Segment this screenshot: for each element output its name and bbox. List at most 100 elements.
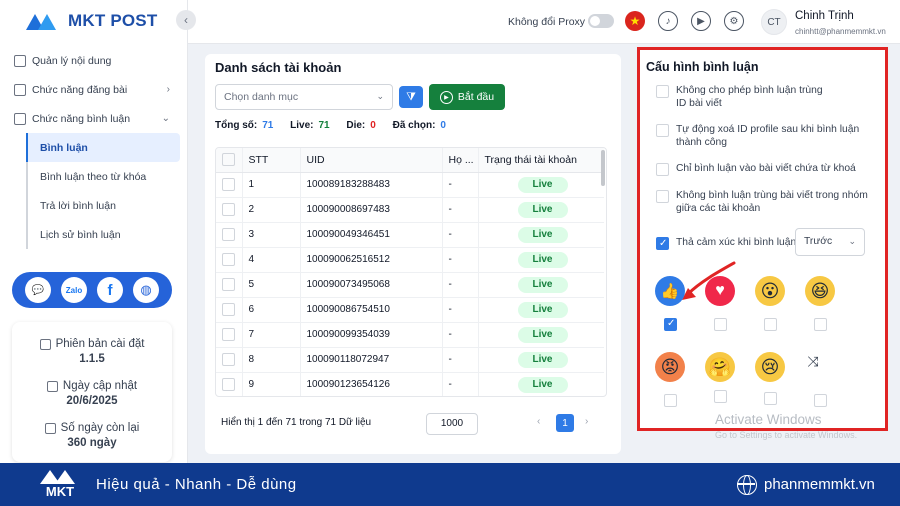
- table-row[interactable]: 9 100090123654126- Live: [216, 372, 604, 396]
- reaction-checkbox-wow[interactable]: [764, 318, 777, 331]
- cell-name: -: [441, 247, 478, 273]
- option-checkbox[interactable]: [656, 163, 669, 176]
- category-select[interactable]: Chọn danh mục ⌄: [215, 84, 393, 110]
- sidebar-subitem-comment-history[interactable]: Lịch sử bình luận: [26, 220, 188, 249]
- slogan: Hiệu quả - Nhanh - Dễ dùng: [96, 476, 297, 493]
- next-page-button[interactable]: ›: [585, 416, 588, 427]
- box-icon: [44, 422, 56, 434]
- option-checkbox[interactable]: [656, 237, 669, 250]
- avatar[interactable]: CT: [761, 9, 787, 35]
- vietnam-flag-icon[interactable]: ★: [625, 11, 645, 31]
- app-logo[interactable]: MKT POST: [26, 10, 157, 32]
- reaction-timing-select[interactable]: Trước ⌄: [795, 228, 865, 256]
- reaction-checkbox-angry[interactable]: [664, 394, 677, 407]
- sidebar-subitem-comment[interactable]: Bình luận: [26, 133, 180, 162]
- option-keyword-only[interactable]: Chỉ bình luận vào bài viết chứa từ khoá: [656, 162, 856, 176]
- column-header-stt[interactable]: STT: [241, 148, 300, 173]
- like-icon[interactable]: 👍: [655, 276, 685, 306]
- option-checkbox[interactable]: [656, 124, 669, 137]
- option-label: Tự động xoá ID profile sau khi bình luận…: [676, 124, 860, 148]
- option-label: Không cho phép bình luận trùng ID bài viế…: [676, 85, 823, 109]
- select-all-checkbox[interactable]: [222, 153, 235, 167]
- cell-stt: 8: [241, 347, 300, 373]
- reaction-checkbox-sad[interactable]: [764, 392, 777, 405]
- topbar: Không đổi Proxy ★ ♪ ▶ ⚙ CT Chinh Trịnh c…: [188, 0, 900, 44]
- sidebar-item-label: Quản lý nội dung: [32, 54, 112, 67]
- row-checkbox[interactable]: [222, 328, 235, 341]
- wow-icon[interactable]: 😮: [755, 276, 785, 306]
- sidebar-item-content[interactable]: Quản lý nội dung: [0, 46, 188, 75]
- play-circle-icon: ▶: [439, 90, 453, 104]
- table-row[interactable]: 3 100090049346451- Live: [216, 222, 604, 248]
- version-info-card: Phiên bản cài đặt 1.1.5 Ngày cập nhật 20…: [12, 322, 172, 462]
- start-label: Bắt đầu: [457, 91, 495, 103]
- page-size-input[interactable]: 1000: [426, 413, 478, 435]
- row-checkbox[interactable]: [222, 203, 235, 216]
- version-label: Phiên bản cài đặt: [55, 338, 145, 350]
- table-row[interactable]: 8 100090118072947- Live: [216, 347, 604, 373]
- cell-name: -: [441, 272, 478, 298]
- care-icon[interactable]: 🤗: [705, 352, 735, 382]
- chevron-down-icon: ⌄: [161, 113, 170, 124]
- bell-icon[interactable]: ♪: [658, 11, 678, 31]
- sidebar-item-post[interactable]: Chức năng đăng bài ›: [0, 75, 188, 104]
- option-react-on-comment[interactable]: Thả cảm xúc khi bình luận: [656, 236, 796, 250]
- proxy-toggle[interactable]: [588, 14, 614, 28]
- column-header-name[interactable]: Họ ...: [441, 148, 478, 173]
- status-badge: Live: [517, 201, 568, 218]
- sidebar-item-comment[interactable]: Chức năng bình luận ⌄: [0, 104, 188, 133]
- row-checkbox[interactable]: [222, 278, 235, 291]
- sidebar-subitem-reply-comment[interactable]: Trả lời bình luận: [26, 191, 188, 220]
- support-chat-icon[interactable]: 💬: [25, 277, 51, 303]
- play-icon[interactable]: ▶: [691, 11, 711, 31]
- table-row[interactable]: 5 100090073495068- Live: [216, 272, 604, 298]
- cell-name: -: [441, 197, 478, 223]
- clear-filter-button[interactable]: ⧩: [399, 86, 423, 108]
- table-row[interactable]: 4 100090062516512- Live: [216, 247, 604, 273]
- haha-icon[interactable]: 😆: [805, 276, 835, 306]
- gear-icon[interactable]: ⚙: [724, 11, 744, 31]
- row-checkbox[interactable]: [222, 353, 235, 366]
- row-checkbox[interactable]: [222, 378, 235, 391]
- cell-status: Live: [477, 172, 604, 198]
- website-link[interactable]: phanmemmkt.vn: [764, 476, 875, 493]
- table-row[interactable]: 1 100089183288483- Live: [216, 172, 604, 198]
- column-header-uid[interactable]: UID: [299, 148, 442, 173]
- reaction-checkbox-love[interactable]: [714, 318, 727, 331]
- sad-icon[interactable]: 😢: [755, 352, 785, 382]
- table-row[interactable]: 7 100090099354039- Live: [216, 322, 604, 348]
- option-checkbox[interactable]: [656, 190, 669, 203]
- table-scrollbar[interactable]: [601, 150, 605, 186]
- reaction-checkbox-care[interactable]: [714, 390, 727, 403]
- row-checkbox[interactable]: [222, 228, 235, 241]
- option-no-duplicate-group[interactable]: Không bình luận trùng bài viết trong nhó…: [656, 189, 868, 215]
- love-icon[interactable]: ♥: [705, 276, 735, 306]
- cell-uid: 100090086754510: [299, 297, 442, 323]
- angry-icon[interactable]: 😡: [655, 352, 685, 382]
- option-auto-delete-profile[interactable]: Tự động xoá ID profile sau khi bình luận…: [656, 123, 859, 149]
- sidebar-subitem-keyword-comment[interactable]: Bình luận theo từ khóa: [26, 162, 188, 191]
- column-header-status[interactable]: Trạng thái tài khoản: [477, 148, 604, 173]
- prev-page-button[interactable]: ‹: [537, 416, 540, 427]
- zalo-icon[interactable]: Zalo: [61, 277, 87, 303]
- reaction-checkbox-like[interactable]: [664, 318, 677, 331]
- cell-stt: 7: [241, 322, 300, 348]
- row-checkbox[interactable]: [222, 253, 235, 266]
- option-checkbox[interactable]: [656, 85, 669, 98]
- status-badge: Live: [517, 276, 568, 293]
- version-value: 1.1.5: [79, 353, 105, 365]
- globe-icon[interactable]: ◍: [133, 277, 159, 303]
- row-checkbox[interactable]: [222, 178, 235, 191]
- facebook-icon[interactable]: f: [97, 277, 123, 303]
- sidebar-collapse-button[interactable]: ‹: [176, 10, 196, 30]
- random-icon[interactable]: ⤨: [798, 346, 828, 376]
- row-checkbox[interactable]: [222, 303, 235, 316]
- reaction-checkbox-random[interactable]: [814, 394, 827, 407]
- current-page-button[interactable]: 1: [556, 414, 574, 432]
- table-row[interactable]: 2 100090008697483- Live: [216, 197, 604, 223]
- option-no-duplicate-post[interactable]: Không cho phép bình luận trùng ID bài viế…: [656, 84, 823, 110]
- start-button[interactable]: ▶ Bắt đầu: [429, 84, 505, 110]
- table-row[interactable]: 6 100090086754510- Live: [216, 297, 604, 323]
- total-label: Tổng số:: [215, 120, 258, 131]
- reaction-checkbox-haha[interactable]: [814, 318, 827, 331]
